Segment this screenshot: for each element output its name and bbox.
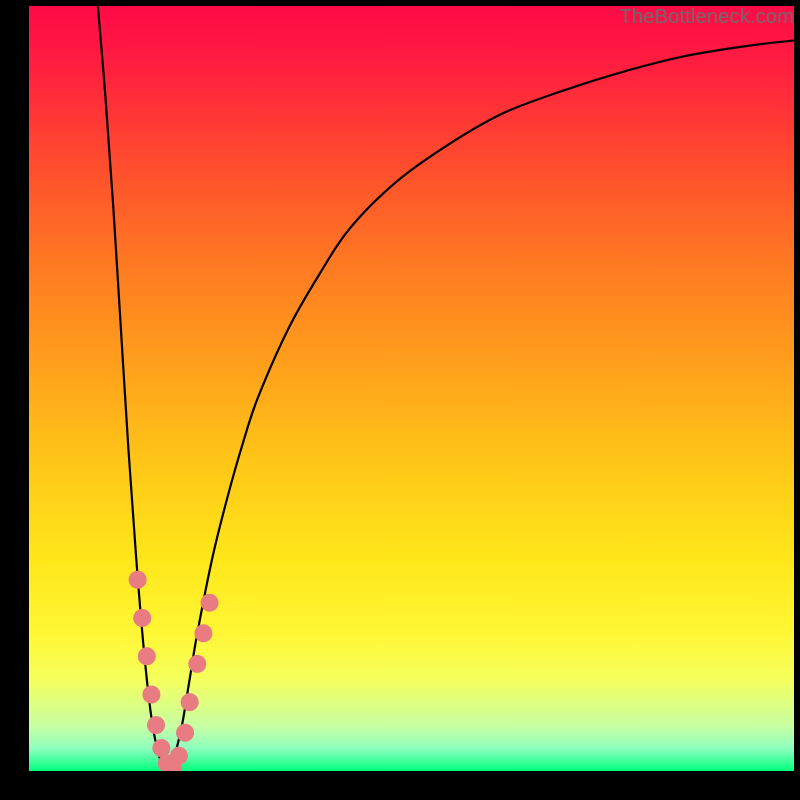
curve-marker [188, 655, 206, 673]
chart-svg [29, 6, 794, 771]
curve-markers [129, 571, 219, 771]
bottleneck-curve [98, 6, 794, 771]
curve-marker [170, 747, 188, 765]
chart-frame: TheBottleneck.com [0, 0, 800, 800]
curve-marker [138, 647, 156, 665]
plot-area [29, 6, 794, 771]
curve-marker [147, 716, 165, 734]
curve-marker [129, 571, 147, 589]
curve-marker [194, 624, 212, 642]
curve-marker [142, 686, 160, 704]
curve-marker [181, 693, 199, 711]
curve-marker [133, 609, 151, 627]
curve-marker [201, 594, 219, 612]
curve-marker [176, 724, 194, 742]
curve-marker [152, 739, 170, 757]
